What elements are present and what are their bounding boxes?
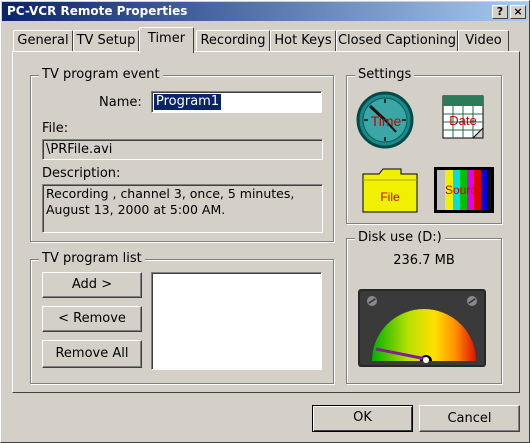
window-title: PC-VCR Remote Properties: [7, 4, 188, 18]
date-label: Date: [449, 113, 476, 128]
disk-gauge: [358, 289, 486, 367]
tab-tv-setup[interactable]: TV Setup: [73, 30, 139, 51]
color-bars-icon[interactable]: Source: [433, 166, 495, 214]
time-label: Time: [371, 113, 402, 129]
title-bar: PC-VCR Remote Properties ? ×: [2, 2, 528, 21]
tab-recording[interactable]: Recording: [196, 30, 270, 51]
description-value: Recording , channel 3, once, 5 minutes, …: [46, 186, 295, 217]
remove-button[interactable]: < Remove: [42, 306, 142, 332]
group-label: TV program event: [39, 67, 163, 83]
tv-program-list-group: TV program list Add > < Remove Remove Al…: [30, 251, 334, 384]
tab-video[interactable]: Video: [458, 30, 509, 51]
ok-button[interactable]: OK: [312, 405, 413, 432]
name-label: Name:: [99, 95, 142, 110]
file-value: \PRFile.avi: [46, 142, 113, 157]
group-label: Disk use (D:): [355, 230, 445, 246]
file-field: \PRFile.avi: [42, 139, 323, 160]
help-button[interactable]: ?: [492, 5, 508, 19]
file-icon-label: File: [380, 190, 400, 204]
disk-use-value: 236.7 MB: [393, 253, 455, 268]
add-button[interactable]: Add >: [42, 272, 142, 298]
disk-use-group: Disk use (D:) 236.7 MB: [346, 230, 502, 384]
program-list-box[interactable]: [151, 272, 322, 370]
description-label: Description:: [42, 166, 121, 181]
clock-icon[interactable]: Time: [356, 88, 416, 150]
timer-panel: TV program event Name: Program1 File: \P…: [12, 51, 520, 393]
calendar-icon[interactable]: Date: [441, 94, 487, 142]
remove-all-button[interactable]: Remove All: [42, 340, 142, 368]
tv-program-event-group: TV program event Name: Program1 File: \P…: [30, 67, 334, 242]
tab-closed-captioning[interactable]: Closed Captioning: [336, 30, 458, 51]
cancel-button[interactable]: Cancel: [419, 405, 520, 432]
name-value: Program1: [154, 94, 222, 110]
folder-icon[interactable]: File: [361, 166, 421, 214]
file-label: File:: [42, 121, 69, 136]
group-label: Settings: [355, 67, 415, 83]
tab-general[interactable]: General: [13, 30, 73, 51]
tab-timer[interactable]: Timer: [139, 27, 194, 53]
properties-window: PC-VCR Remote Properties ? × General TV …: [0, 0, 530, 443]
source-label: Source: [445, 183, 483, 197]
group-label: TV program list: [39, 251, 145, 267]
name-field[interactable]: Program1: [151, 91, 322, 113]
tab-hot-keys[interactable]: Hot Keys: [270, 30, 336, 51]
settings-group: Settings Time Date File Source: [346, 67, 502, 224]
close-button[interactable]: ×: [510, 5, 526, 19]
description-field: Recording , channel 3, once, 5 minutes, …: [42, 184, 323, 233]
